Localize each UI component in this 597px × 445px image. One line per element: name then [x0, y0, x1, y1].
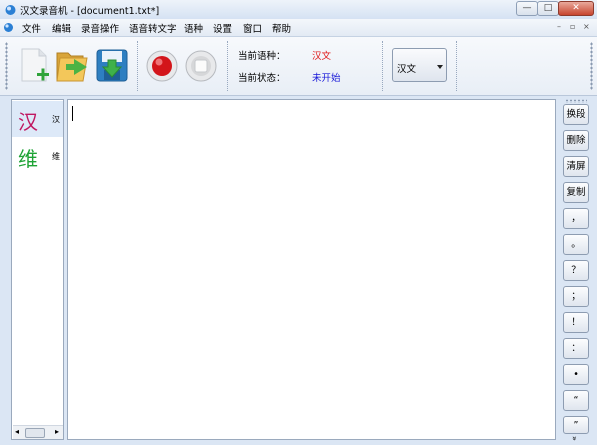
menu-bar: 文件 编辑 录音操作 语音转文字 语种 设置 窗口 帮助 – ▫ ×: [0, 19, 597, 37]
language-item-label: 维: [52, 152, 60, 161]
new-paragraph-button[interactable]: 换段: [563, 104, 589, 125]
menu-record[interactable]: 录音操作: [81, 21, 119, 35]
text-editor[interactable]: [67, 99, 556, 440]
toolbar-separator: [137, 41, 139, 91]
colon-button[interactable]: ：: [563, 338, 589, 359]
new-file-icon[interactable]: [19, 47, 51, 83]
open-folder-icon[interactable]: [55, 45, 91, 85]
dot-button[interactable]: •: [563, 364, 589, 385]
question-mark-button[interactable]: ？: [563, 260, 589, 281]
language-list: 汉 汉 维 维 ◂ ▸: [11, 99, 64, 440]
language-item-char: 维: [18, 147, 38, 171]
current-status-label: 当前状态：: [238, 73, 286, 84]
comma-button[interactable]: ，: [563, 208, 589, 229]
scroll-thumb[interactable]: [25, 428, 45, 438]
menu-language[interactable]: 语种: [184, 21, 203, 35]
open-quote-button[interactable]: “: [563, 390, 589, 411]
chevron-down-icon: [437, 65, 443, 69]
save-icon[interactable]: [95, 46, 129, 84]
language-select[interactable]: 汉文: [392, 48, 447, 82]
record-button[interactable]: [146, 50, 178, 82]
mdi-restore-button[interactable]: ▫: [570, 22, 575, 31]
text-caret: [72, 106, 73, 121]
mdi-minimize-button[interactable]: –: [557, 22, 561, 31]
minimize-button[interactable]: —: [516, 1, 538, 16]
toolbar-separator: [227, 41, 229, 91]
scroll-right-icon[interactable]: ▸: [55, 427, 59, 436]
window-title: 汉文录音机 - [document1.txt*]: [20, 6, 160, 17]
maximize-button[interactable]: □: [537, 1, 559, 16]
language-item-label: 汉: [52, 115, 60, 124]
language-item-char: 汉: [18, 110, 38, 134]
language-select-value: 汉文: [397, 64, 417, 75]
current-language-label: 当前语种：: [238, 51, 286, 62]
document-icon: [4, 23, 13, 32]
language-item-uyghur[interactable]: 维 维: [12, 138, 63, 174]
semicolon-button[interactable]: ；: [563, 286, 589, 307]
close-button[interactable]: ✕: [558, 1, 594, 16]
current-status-value: 未开始: [312, 73, 341, 84]
menu-window[interactable]: 窗口: [243, 21, 262, 35]
menu-file[interactable]: 文件: [22, 21, 41, 35]
toolbar-grip: [590, 42, 593, 90]
menu-help[interactable]: 帮助: [272, 21, 291, 35]
current-language-value: 汉文: [312, 51, 332, 62]
exclamation-button[interactable]: ！: [563, 312, 589, 333]
language-item-han[interactable]: 汉 汉: [12, 101, 63, 137]
toolbar-separator: [382, 41, 384, 91]
toolbar-separator: [456, 41, 458, 91]
close-quote-button[interactable]: ”: [563, 416, 589, 434]
mdi-close-button[interactable]: ×: [583, 22, 590, 31]
menu-edit[interactable]: 编辑: [52, 21, 71, 35]
period-button[interactable]: 。: [563, 234, 589, 255]
copy-button[interactable]: 复制: [563, 182, 589, 203]
delete-button[interactable]: 删除: [563, 130, 589, 151]
scroll-left-icon[interactable]: ◂: [15, 427, 19, 436]
title-bar: 汉文录音机 - [document1.txt*] — □ ✕: [0, 0, 597, 19]
horizontal-scrollbar[interactable]: ◂ ▸: [13, 425, 63, 439]
clear-screen-button[interactable]: 清屏: [563, 156, 589, 177]
more-chevron-icon[interactable]: »: [570, 436, 579, 441]
menu-speech-to-text[interactable]: 语音转文字: [129, 21, 177, 35]
stop-button[interactable]: [185, 50, 217, 82]
toolbar-grip: [5, 42, 8, 90]
app-icon: [5, 5, 16, 15]
side-toolbar-grip: [565, 99, 587, 103]
menu-settings[interactable]: 设置: [213, 21, 232, 35]
